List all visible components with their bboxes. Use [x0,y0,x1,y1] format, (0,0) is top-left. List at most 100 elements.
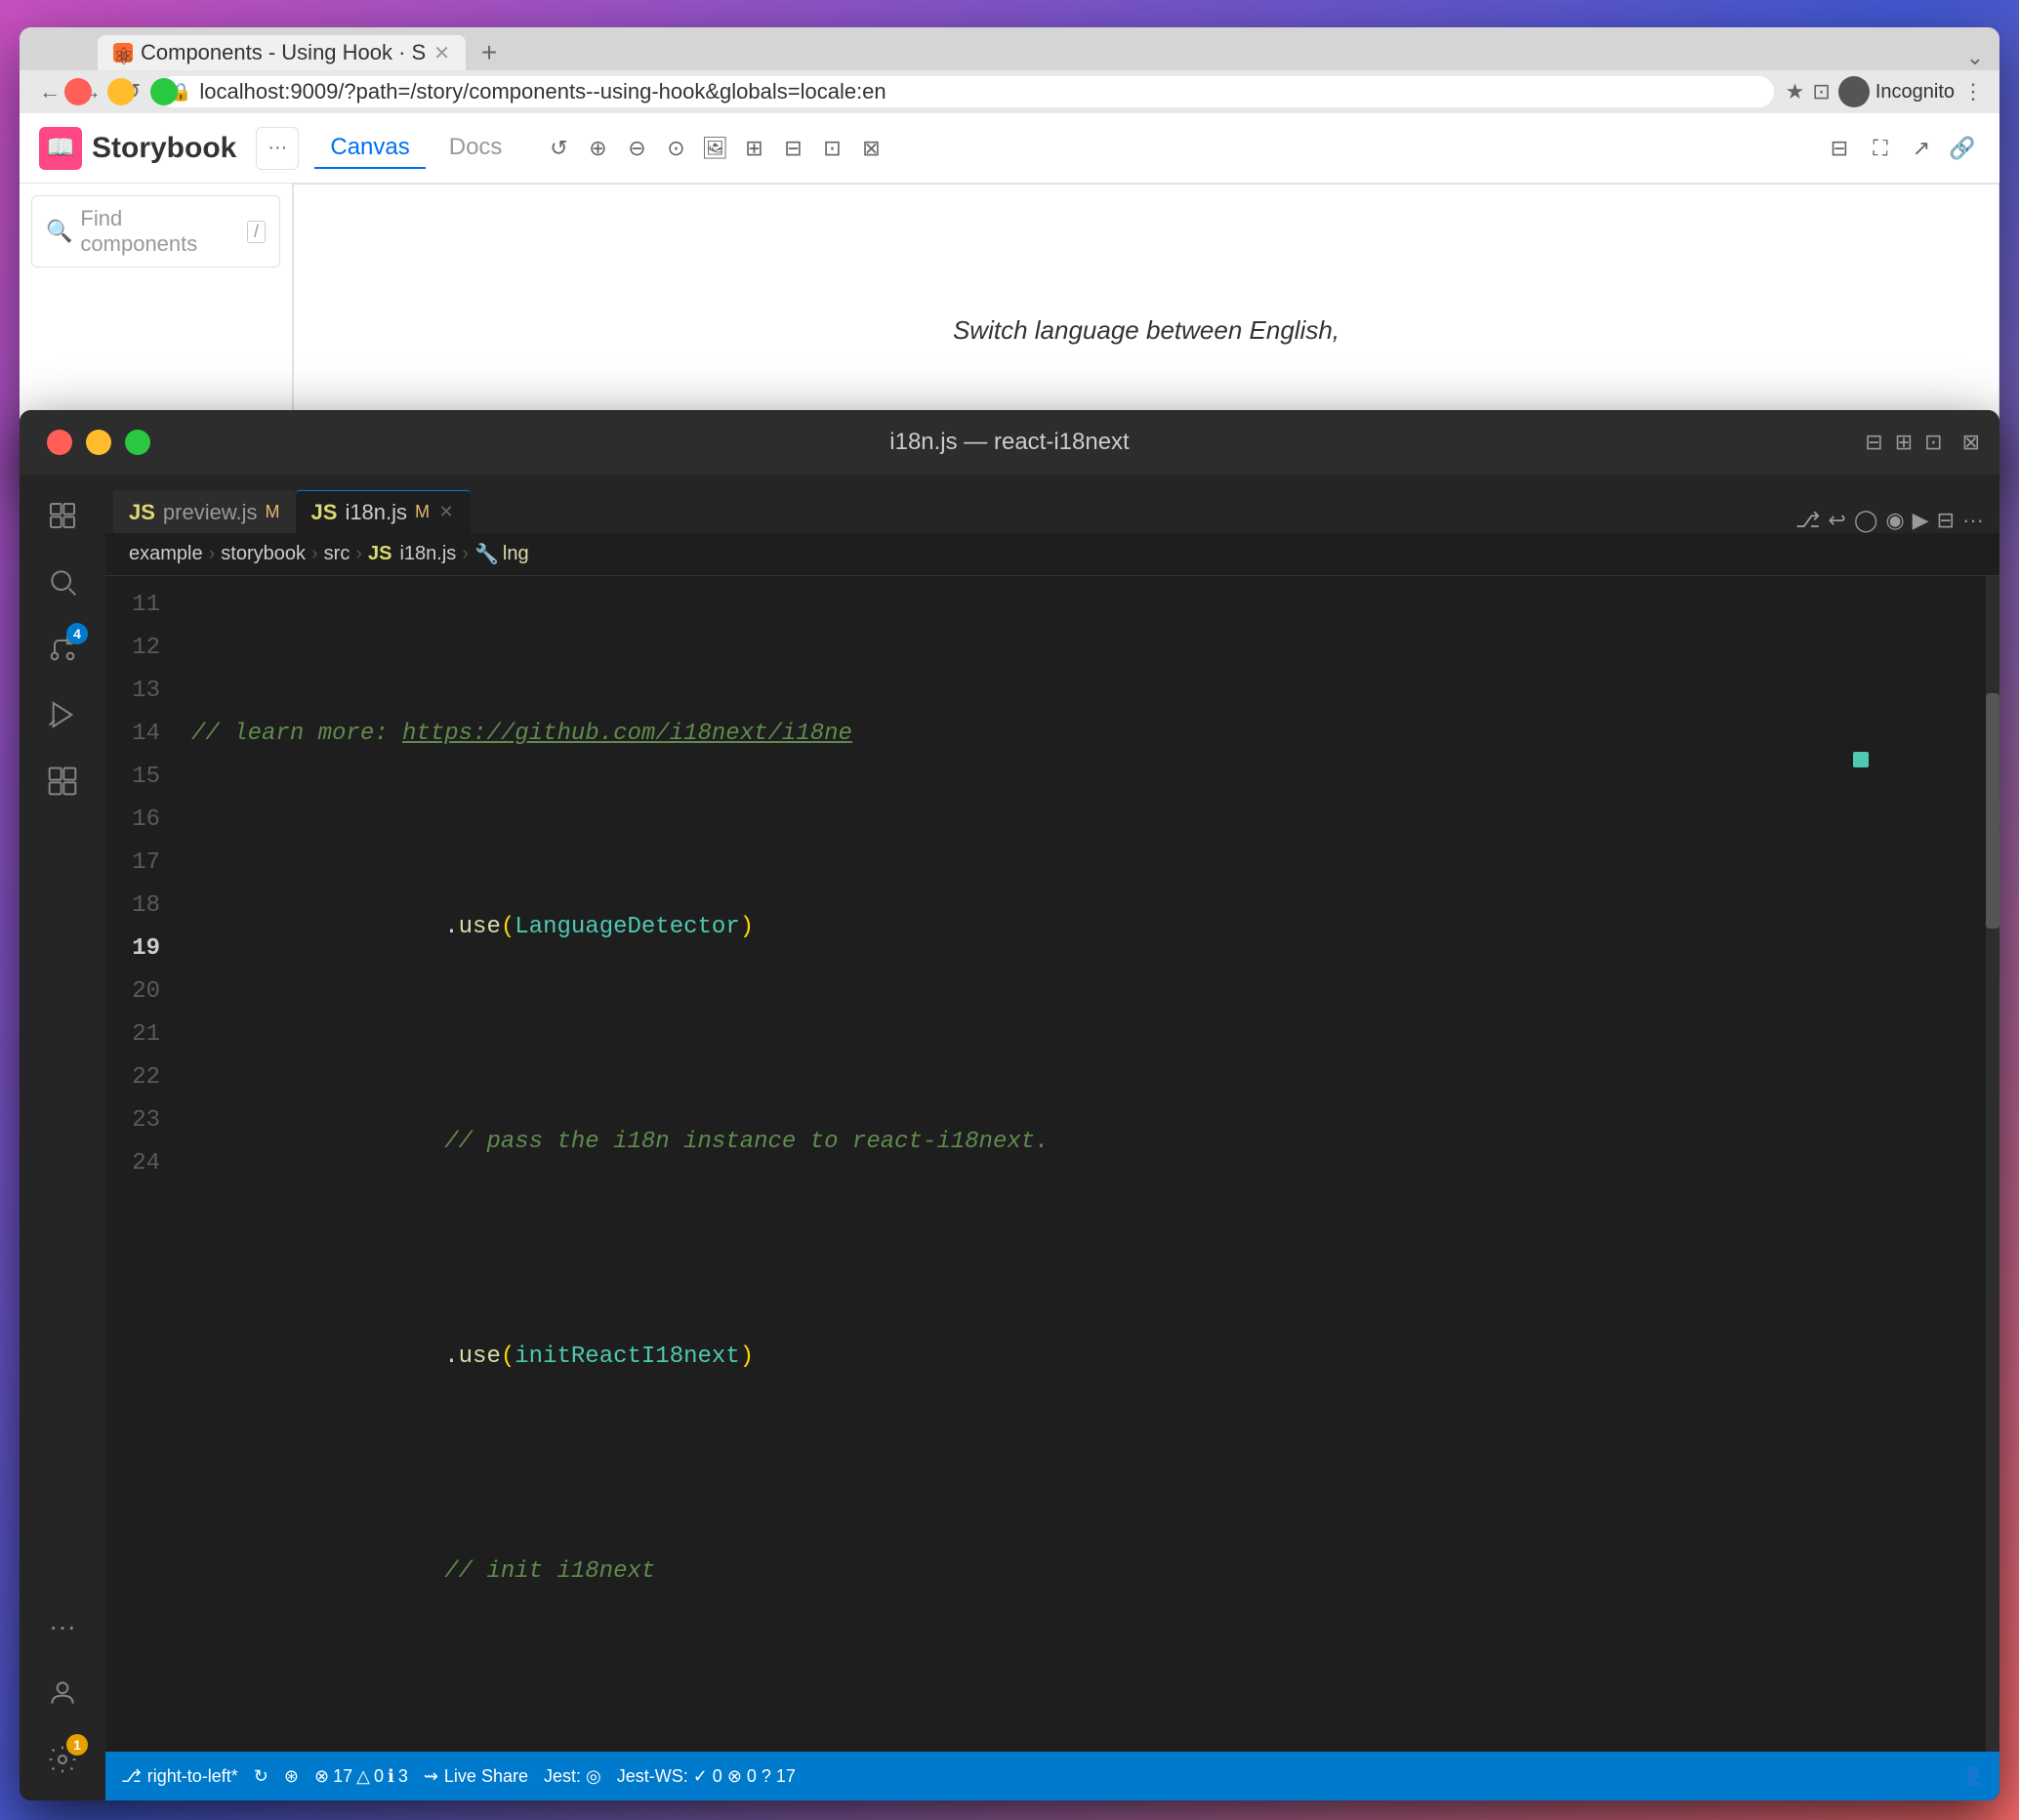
prettier-icon: ⊛ [284,1766,299,1787]
toolbar-icons: ↺ ⊕ ⊖ ⊙ 🖼 ⊞ ⊟ ⊡ ⊠ [541,131,888,166]
errors-status[interactable]: ⊗ 17 △ 0 ℹ 3 [314,1766,408,1787]
storybook-logo-icon: 📖 [39,127,82,170]
code-class-14: initReactI18next [515,1336,739,1379]
prettier-status[interactable]: ⊛ [284,1766,299,1787]
jest-status[interactable]: Jest: ◎ [544,1766,601,1787]
editor-tab-actions: ⎇ ↩ ◯ ◉ ▶ ⊟ ··· [1788,508,1992,533]
next-change-icon[interactable]: ◉ [1885,508,1904,533]
toolbar-split-icon[interactable]: ⊠ [853,131,888,166]
settings-badge: 1 [66,1734,88,1756]
toolbar-search-icon[interactable]: ⊙ [658,131,693,166]
explorer-icon[interactable] [33,486,92,545]
settings-icon[interactable]: 1 [33,1730,92,1789]
prev-change-icon[interactable]: ◯ [1854,508,1878,533]
storybook-tab-docs-label: Docs [449,134,503,160]
back-button[interactable]: ← [35,77,64,106]
line-num-20: 20 [105,971,160,1013]
search-icon: 🔍 [46,219,72,244]
storybook-tab-docs[interactable]: Docs [433,128,518,169]
account-icon[interactable] [33,1664,92,1722]
vscode-main: 4 ··· [20,475,1999,1800]
browser-nav-right: ★ ⊡ Incognito ⋮ [1786,76,1984,107]
code-paren-close-14: ) [740,1336,754,1379]
editor-area: JS preview.js M JS i18n.js M ✕ ⎇ ↩ ◯ [105,475,1999,1800]
vscode-close-button[interactable] [47,430,72,455]
browser-tab-close[interactable]: ✕ [433,41,450,65]
editor-tab-i18n[interactable]: JS i18n.js M ✕ [296,490,472,533]
errors-count: 17 [333,1766,352,1787]
vscode-minimize-button[interactable] [86,430,111,455]
breadcrumb-example: example [129,543,203,565]
browser-traffic-lights [64,78,178,105]
toolbar-link-icon[interactable]: 🔗 [1945,131,1980,166]
search-activity-icon[interactable] [33,553,92,611]
run-debug-icon[interactable] [33,685,92,744]
code-line-13: // pass the i18n instance to react-i18ne… [191,1099,1984,1185]
browser-maximize-button[interactable] [150,78,178,105]
toolbar-reset-icon[interactable]: ↺ [541,131,576,166]
sync-status[interactable]: ↻ [254,1766,268,1787]
split-editor-icon[interactable]: ⊟ [1865,430,1882,455]
vertical-scrollbar[interactable] [1986,576,1999,1752]
i18n-modified: M [415,502,430,522]
extensions-activity-icon[interactable] [33,752,92,810]
extensions-button[interactable]: ⊡ [1812,79,1830,104]
i18n-tab-close[interactable]: ✕ [437,504,455,521]
jest-ws-label: Jest-WS: ✓ 0 ⊗ 0 ? 17 [617,1766,796,1787]
undo-icon[interactable]: ↩ [1828,508,1845,533]
preview-content: Switch language between English, [953,315,1339,346]
editor-tab-preview[interactable]: JS preview.js M [113,490,296,533]
toolbar-grid-icon[interactable]: ⊞ [736,131,771,166]
search-box[interactable]: 🔍 Find components / [31,195,280,268]
line-num-15: 15 [105,756,160,799]
toolbar-zoom-in-icon[interactable]: ⊕ [580,131,615,166]
source-control-icon[interactable]: 4 [33,619,92,678]
line-num-22: 22 [105,1056,160,1099]
new-tab-button[interactable]: + [472,35,507,70]
address-bar[interactable]: 🔒 localhost:9009/?path=/story/components… [158,76,1774,107]
browser-tab-active[interactable]: ⚛ Components - Using Hook · S ✕ [98,35,466,70]
storybook-toolbar: Canvas Docs ↺ ⊕ ⊖ ⊙ 🖼 ⊞ ⊟ ⊡ ⊠ [314,128,1980,169]
toolbar-external-icon[interactable]: ↗ [1904,131,1939,166]
git-branch-status[interactable]: ⎇ right-to-left* [121,1766,238,1787]
scrollbar-thumb[interactable] [1986,693,1999,929]
line-num-18: 18 [105,885,160,928]
browser-close-button[interactable] [64,78,92,105]
incognito-button[interactable]: Incognito [1838,76,1955,107]
more-activity-icon[interactable]: ··· [33,1597,92,1656]
editor-layout-icon[interactable]: ⊞ [1895,430,1913,455]
toolbar-img-icon[interactable]: 🖼 [697,131,732,166]
js-badge-i18n: JS [311,500,338,525]
customize-layout-icon[interactable]: ⊠ [1962,430,1980,455]
code-line-14: .use(initReactI18next) [191,1314,1984,1400]
tab-list-button[interactable]: ⌄ [1966,45,1999,70]
code-comment-11: // learn more: [191,713,402,756]
split-editor-icon[interactable]: ⊟ [1937,508,1955,533]
account-status-icon: 👤 [1962,1766,1984,1787]
browser-minimize-button[interactable] [107,78,135,105]
source-control-badge: 4 [66,623,88,644]
run-icon[interactable]: ▶ [1913,508,1929,533]
browser-more-button[interactable]: ⋮ [1962,79,1984,104]
bookmark-button[interactable]: ★ [1786,79,1805,104]
toolbar-panel-icon[interactable]: ⊟ [775,131,810,166]
account-status[interactable]: 👤 [1962,1766,1984,1787]
code-line-11: // learn more: https://github.com/i18nex… [191,713,1984,756]
toolbar-fullscreen-icon[interactable]: ⛶ [1863,131,1898,166]
live-share-status[interactable]: ⇝ Live Share [424,1766,528,1787]
vscode-maximize-button[interactable] [125,430,150,455]
toolbar-layout-icon[interactable]: ⊡ [814,131,849,166]
jest-ws-status[interactable]: Jest-WS: ✓ 0 ⊗ 0 ? 17 [617,1766,796,1787]
toolbar-zoom-out-icon[interactable]: ⊖ [619,131,654,166]
toolbar-sidebar-icon[interactable]: ⊟ [1822,131,1857,166]
line-num-14: 14 [105,713,160,756]
git-branch-label: right-to-left* [147,1766,238,1787]
code-lines[interactable]: // learn more: https://github.com/i18nex… [176,576,1999,1752]
split-right-icon[interactable]: ⊡ [1924,430,1942,455]
storybook-tab-canvas-label: Canvas [330,134,409,160]
git-diff-icon[interactable]: ⎇ [1795,508,1820,533]
storybook-logo-text: Storybook [92,132,236,165]
storybook-tab-canvas[interactable]: Canvas [314,128,425,169]
more-actions-icon[interactable]: ··· [1962,508,1984,533]
storybook-more-button[interactable]: ··· [256,127,299,170]
